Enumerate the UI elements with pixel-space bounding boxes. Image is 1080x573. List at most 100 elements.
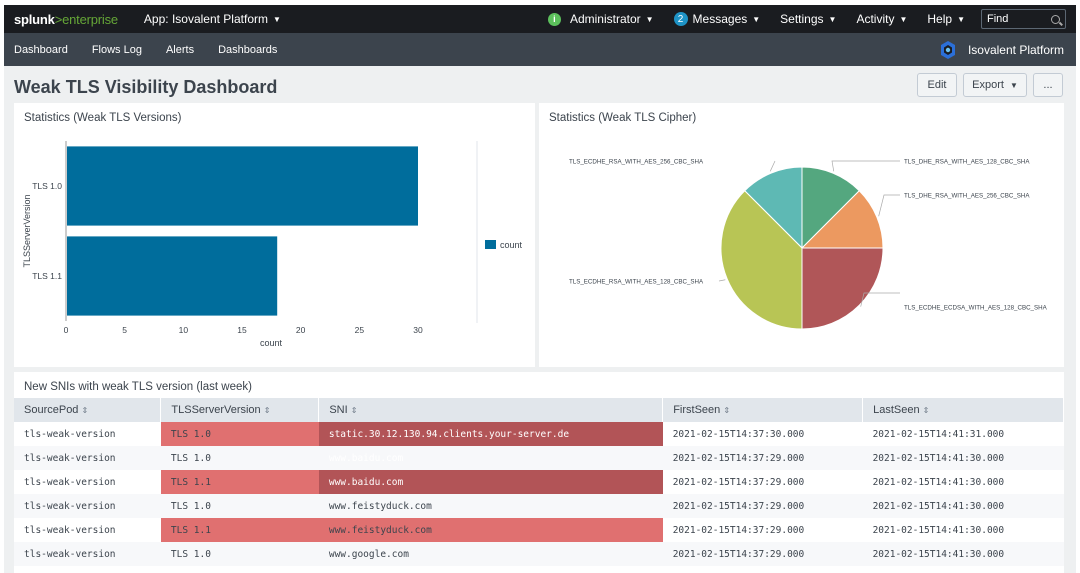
pie-slice-label: TLS_DHE_RSA_WITH_AES_128_CBC_SHA xyxy=(904,159,1030,166)
column-header-lastseen[interactable]: LastSeen ⇕ xyxy=(862,398,1064,422)
nav-item-dashboard[interactable]: Dashboard xyxy=(4,44,80,56)
panel-new-snis: New SNIs with weak TLS version (last wee… xyxy=(14,372,1064,573)
app-brand-name: Isovalent Platform xyxy=(967,42,1064,57)
cell-tls-version: TLS 1.0 xyxy=(160,494,319,518)
caret-down-icon: ▼ xyxy=(957,14,965,24)
cell-tls-version: TLS 1.1 xyxy=(160,518,319,542)
administrator-menu[interactable]: i Administrator ▼ xyxy=(538,12,664,26)
pie-chart: TLS_ECDHE_RSA_WITH_AES_256_CBC_SHA TLS_DH… xyxy=(569,159,1048,330)
caret-down-icon: ▼ xyxy=(899,14,908,24)
administrator-label: Administrator xyxy=(569,12,641,26)
cell-sni: www.baidu.com xyxy=(318,446,663,470)
cell-firstseen: 2021-02-15T14:37:29.000 xyxy=(672,524,805,536)
legend-swatch xyxy=(485,240,496,249)
legend-label: count xyxy=(500,240,523,250)
pie-slice-label: TLS_DHE_RSA_WITH_AES_256_CBC_SHA xyxy=(904,193,1030,200)
bar-tls-1-1 xyxy=(67,236,278,316)
more-actions-label: ... xyxy=(1043,79,1053,91)
table-row[interactable]: tls-weak-version TLS 1.1 www.feistyduck.… xyxy=(14,518,1064,542)
cell-tls-version: TLS 1.0 xyxy=(160,422,319,446)
x-axis-label: count xyxy=(260,338,283,348)
column-header-label: FirstSeen xyxy=(673,404,721,416)
app-menu[interactable]: App: Isovalent Platform ▼ xyxy=(144,12,281,26)
cell-sourcepod: tls-weak-version xyxy=(14,446,161,470)
search-icon[interactable] xyxy=(1051,14,1060,24)
x-tick-label: 30 xyxy=(413,325,423,335)
pie-leader-line xyxy=(831,160,900,172)
x-tick-label: 25 xyxy=(355,325,365,335)
x-tick-label: 20 xyxy=(296,325,306,335)
sort-icon: ⇕ xyxy=(922,406,930,415)
cell-firstseen: 2021-02-15T14:37:29.000 xyxy=(662,446,863,470)
cell-sourcepod: tls-weak-version xyxy=(24,476,116,488)
cell-lastseen: 2021-02-15T14:41:30.000 xyxy=(862,446,1064,470)
cell-tls-version: TLS 1.0 xyxy=(160,542,319,566)
column-header-firstseen[interactable]: FirstSeen ⇕ xyxy=(662,398,864,422)
caret-down-icon: ▼ xyxy=(752,14,761,24)
activity-menu[interactable]: Activity ▼ xyxy=(846,12,917,26)
table-row[interactable]: tls-weak-version TLS 1.0 static.30.12.13… xyxy=(14,422,1064,446)
table-row[interactable]: tls-weak-version TLS 1.0 www.feistyduck.… xyxy=(14,494,1064,518)
cell-tls-version: TLS 1.0 xyxy=(160,446,319,470)
column-header-sni[interactable]: SNI ⇕ xyxy=(318,398,664,422)
cell-sourcepod: tls-weak-version xyxy=(14,494,161,518)
isovalent-logo-icon xyxy=(940,40,955,59)
column-header-sourcepod[interactable]: SourcePod ⇕ xyxy=(14,398,162,422)
export-button[interactable]: Export ▼ xyxy=(963,73,1027,97)
nav-item-flows-log[interactable]: Flows Log xyxy=(80,44,154,56)
more-actions-button[interactable]: ... xyxy=(1033,73,1063,97)
export-button-label: Export xyxy=(972,79,1004,91)
logo-brand: splunk xyxy=(14,11,55,27)
caret-down-icon: ▼ xyxy=(1009,80,1018,90)
x-tick-label: 15 xyxy=(237,325,247,335)
table-header-row: SourcePod ⇕ TLSServerVersion ⇕ SNI ⇕ Fir… xyxy=(14,398,1064,422)
settings-label: Settings xyxy=(780,12,824,26)
nav-item-alerts[interactable]: Alerts xyxy=(154,44,206,56)
settings-menu[interactable]: Settings ▼ xyxy=(770,12,846,26)
sort-icon: ⇕ xyxy=(263,406,271,415)
cell-lastseen: 2021-02-15T14:41:31.000 xyxy=(872,428,1005,440)
find-input[interactable]: Find xyxy=(981,9,1066,29)
sort-icon: ⇕ xyxy=(350,406,358,415)
table-row[interactable]: tls-weak-version TLS 1.0 www.google.com … xyxy=(14,542,1064,566)
activity-label: Activity xyxy=(856,12,895,26)
edit-button[interactable]: Edit xyxy=(917,73,957,97)
cell-firstseen: 2021-02-15T14:37:29.000 xyxy=(662,542,863,566)
cell-sni: www.baidu.com xyxy=(318,470,663,494)
column-header-label: TLSServerVersion xyxy=(171,404,261,416)
messages-menu[interactable]: 2 Messages ▼ xyxy=(664,12,771,26)
cell-firstseen: 2021-02-15T14:37:30.000 xyxy=(672,428,805,440)
panel-title-table: New SNIs with weak TLS version (last wee… xyxy=(24,381,252,393)
help-label: Help xyxy=(927,12,953,26)
table-row[interactable]: tls-weak-version TLS 1.0 www.baidu.com 2… xyxy=(14,446,1064,470)
nav-item-dashboards[interactable]: Dashboards xyxy=(206,44,289,56)
app-nav-bar: Dashboard Flows Log Alerts Dashboards Is… xyxy=(4,33,1076,66)
edit-button-label: Edit xyxy=(927,79,947,91)
cell-firstseen: 2021-02-15T14:37:29.000 xyxy=(662,494,863,518)
caret-down-icon: ▼ xyxy=(272,14,281,24)
cell-sourcepod: tls-weak-version xyxy=(14,542,161,566)
logo-product: enterprise xyxy=(62,11,118,27)
x-tick-label: 5 xyxy=(122,325,127,335)
bar-chart: count TLSServerVersion count TLS 1.0 TLS … xyxy=(22,141,523,348)
cell-lastseen: 2021-02-15T14:41:30.000 xyxy=(872,476,1005,488)
table-row[interactable]: tls-weak-version TLS 1.1 www.baidu.com 2… xyxy=(14,470,1064,494)
messages-count-badge: 2 xyxy=(673,12,688,26)
y-tick-label: TLS 1.0 xyxy=(32,181,62,191)
caret-down-icon: ▼ xyxy=(645,14,654,24)
cell-lastseen: 2021-02-15T14:41:30.000 xyxy=(862,542,1064,566)
cell-tls-version: TLS 1.1 xyxy=(160,470,319,494)
y-tick-label: TLS 1.1 xyxy=(32,271,62,281)
help-menu[interactable]: Help ▼ xyxy=(917,12,975,26)
top-system-bar: splunk>enterprise App: Isovalent Platfor… xyxy=(4,5,1076,33)
cell-sni: www.feistyduck.com xyxy=(318,518,663,542)
app-brand: Isovalent Platform xyxy=(938,40,1064,60)
x-tick-label: 10 xyxy=(179,325,189,335)
cell-lastseen: 2021-02-15T14:41:30.000 xyxy=(872,524,1005,536)
column-header-label: SourcePod xyxy=(24,404,79,416)
column-header-tlsserverversion[interactable]: TLSServerVersion ⇕ xyxy=(160,398,320,422)
panel-weak-tls-versions: Statistics (Weak TLS Versions) count TLS… xyxy=(14,103,535,367)
splunk-logo[interactable]: splunk>enterprise xyxy=(14,12,118,27)
page-title: Weak TLS Visibility Dashboard xyxy=(14,77,278,97)
find-placeholder: Find xyxy=(987,13,1009,25)
